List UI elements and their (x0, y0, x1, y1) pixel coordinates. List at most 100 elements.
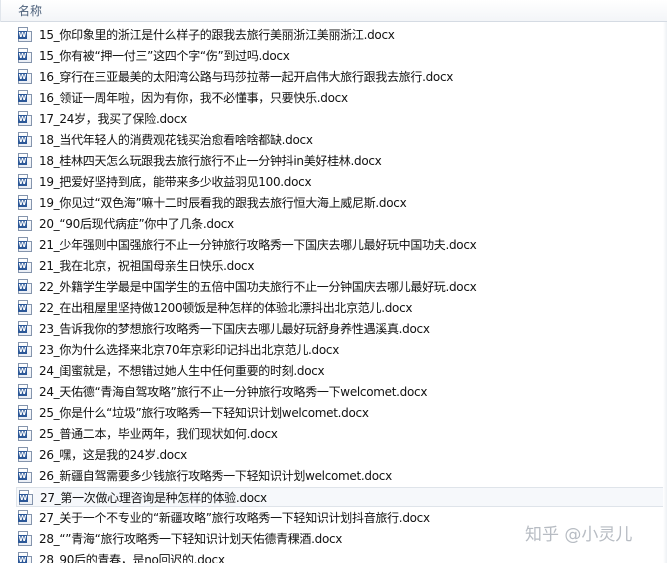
word-doc-icon: W (18, 216, 32, 231)
file-name: 28_90后的青春，是no回迟的.docx (39, 553, 225, 563)
file-item[interactable]: W 18_桂林四天怎么玩跟我去旅行旅行不止一分钟抖in美好桂林.docx (16, 151, 667, 171)
file-name: 22_外籍学生学最是中国学生的五倍中国功夫旅行不止一分钟国庆去哪儿最好玩.doc… (39, 280, 477, 294)
file-item[interactable]: W 21_我在北京，祝祖国母亲生日快乐.docx (16, 256, 667, 276)
word-badge: W (18, 241, 27, 249)
file-item[interactable]: W 28_90后的青春，是no回迟的.docx (16, 550, 667, 563)
word-badge: W (18, 346, 27, 354)
word-doc-icon: W (18, 174, 32, 189)
file-name: 27_第一次做心理咨询是种怎样的体验.docx (40, 491, 267, 505)
file-name: 27_关于一个不专业的“新疆攻略”旅行攻略秀一下轻知识计划抖音旅行.docx (39, 511, 430, 525)
file-name: 23_告诉我你的梦想旅行攻略秀一下国庆去哪儿最好玩舒身养性遇溪真.docx (39, 322, 430, 336)
file-item[interactable]: W 17_24岁，我买了保险.docx (16, 109, 667, 129)
file-item[interactable]: W 22_在出租屋里坚持做1200顿饭是种怎样的体验北漂抖出北京范儿.docx (16, 298, 667, 318)
file-name: 15_你印象里的浙江是什么样子的跟我去旅行美丽浙江美丽浙江.docx (39, 28, 395, 42)
file-item[interactable]: W 23_告诉我你的梦想旅行攻略秀一下国庆去哪儿最好玩舒身养性遇溪真.docx (16, 319, 667, 339)
word-badge: W (18, 367, 27, 375)
file-name: 18_当代年轻人的消费观花钱买治愈看啥啥都缺.docx (39, 133, 313, 147)
column-header[interactable]: 名称 (0, 0, 667, 22)
word-badge: W (18, 472, 27, 480)
file-name: 15_你有被“押一付三”这四个字“伤”到过吗.docx (39, 49, 290, 63)
word-badge: W (18, 262, 27, 270)
file-name: 24_天佑德“青海自驾攻略”旅行不止一分钟旅行攻略秀一下welcomet.doc… (39, 385, 428, 399)
word-doc-icon: W (18, 342, 32, 357)
header-divider (0, 0, 1, 22)
file-name: 26_嘿，这是我的24岁.docx (39, 448, 187, 462)
word-badge: W (18, 304, 27, 312)
file-item[interactable]: W 27_第一次做心理咨询是种怎样的体验.docx (16, 487, 667, 507)
file-item[interactable]: W 19_你见过“双色海”嘛十二时辰看我的跟我去旅行恒大海上威尼斯.docx (16, 193, 667, 213)
word-doc-icon: W (18, 90, 32, 105)
word-badge: W (18, 199, 27, 207)
file-name: 23_你为什么选择来北京70年京彩印记抖出北京范儿.docx (39, 343, 340, 357)
file-item[interactable]: W 15_你印象里的浙江是什么样子的跟我去旅行美丽浙江美丽浙江.docx (16, 25, 667, 45)
word-badge: W (18, 178, 27, 186)
word-badge: W (18, 535, 27, 543)
file-name: 26_新疆自驾需要多少钱旅行攻略秀一下轻知识计划welcomet.docx (39, 469, 392, 483)
file-item[interactable]: W 23_你为什么选择来北京70年京彩印记抖出北京范儿.docx (16, 340, 667, 360)
file-name: 16_领证一周年啦，因为有你，我不必懂事，只要快乐.docx (39, 91, 348, 105)
file-item[interactable]: W 26_新疆自驾需要多少钱旅行攻略秀一下轻知识计划welcomet.docx (16, 466, 667, 486)
file-list[interactable]: W 15_你印象里的浙江是什么样子的跟我去旅行美丽浙江美丽浙江.docx W 15_你… (0, 24, 667, 563)
file-item[interactable]: W 26_嘿，这是我的24岁.docx (16, 445, 667, 465)
word-doc-icon: W (18, 195, 32, 210)
word-doc-icon: W (18, 237, 32, 252)
file-item[interactable]: W 15_你有被“押一付三”这四个字“伤”到过吗.docx (16, 46, 667, 66)
word-badge: W (18, 31, 27, 39)
file-item[interactable]: W 24_闺蜜就是，不想错过她人生中任何重要的时刻.docx (16, 361, 667, 381)
word-badge: W (18, 514, 27, 522)
file-name: 21_我在北京，祝祖国母亲生日快乐.docx (39, 259, 255, 273)
word-doc-icon: W (18, 132, 32, 147)
word-badge: W (18, 136, 27, 144)
file-item[interactable]: W 20_“90后现代病症”你中了几条.docx (16, 214, 667, 234)
file-item[interactable]: W 16_领证一周年啦，因为有你，我不必懂事，只要快乐.docx (16, 88, 667, 108)
word-doc-icon: W (19, 490, 33, 505)
word-doc-icon: W (18, 363, 32, 378)
word-doc-icon: W (18, 27, 32, 42)
file-item[interactable]: W 18_当代年轻人的消费观花钱买治愈看啥啥都缺.docx (16, 130, 667, 150)
word-doc-icon: W (18, 384, 32, 399)
word-doc-icon: W (18, 531, 32, 546)
word-doc-icon: W (18, 300, 32, 315)
file-item[interactable]: W 21_少年强则中国强旅行不止一分钟旅行攻略秀一下国庆去哪儿最好玩中国功夫.do… (16, 235, 667, 255)
word-doc-icon: W (18, 447, 32, 462)
file-item[interactable]: W 22_外籍学生学最是中国学生的五倍中国功夫旅行不止一分钟国庆去哪儿最好玩.do… (16, 277, 667, 297)
word-badge: W (18, 220, 27, 228)
word-badge: W (18, 94, 27, 102)
word-doc-icon: W (18, 48, 32, 63)
word-badge: W (18, 325, 27, 333)
watermark-text: 知乎 @小灵儿 (525, 525, 633, 545)
file-name: 25_你是什么“垃圾”旅行攻略秀一下轻知识计划welcomet.docx (39, 406, 369, 420)
file-item[interactable]: W 25_普通二本，毕业两年，我们现状如何.docx (16, 424, 667, 444)
word-doc-icon: W (18, 321, 32, 336)
file-item[interactable]: W 16_穿行在三亚最美的太阳湾公路与玛莎拉蒂一起开启伟大旅行跟我去旅行.docx (16, 67, 667, 87)
file-name: 17_24岁，我买了保险.docx (39, 112, 187, 126)
word-badge: W (18, 388, 27, 396)
file-name: 18_桂林四天怎么玩跟我去旅行旅行不止一分钟抖in美好桂林.docx (39, 154, 382, 168)
file-item[interactable]: W 19_把爱好坚持到底，能带来多少收益羽见100.docx (16, 172, 667, 192)
word-badge: W (18, 451, 27, 459)
word-doc-icon: W (18, 153, 32, 168)
word-doc-icon: W (18, 552, 32, 563)
file-name: 19_把爱好坚持到底，能带来多少收益羽见100.docx (39, 175, 312, 189)
word-doc-icon: W (18, 426, 32, 441)
word-badge: W (18, 556, 27, 563)
word-badge: W (18, 430, 27, 438)
word-badge: W (18, 157, 27, 165)
file-name: 21_少年强则中国强旅行不止一分钟旅行攻略秀一下国庆去哪儿最好玩中国功夫.doc… (39, 238, 477, 252)
word-doc-icon: W (18, 111, 32, 126)
word-badge: W (18, 283, 27, 291)
file-name: 25_普通二本，毕业两年，我们现状如何.docx (39, 427, 278, 441)
file-name: 19_你见过“双色海”嘛十二时辰看我的跟我去旅行恒大海上威尼斯.docx (39, 196, 407, 210)
word-doc-icon: W (18, 69, 32, 84)
file-name: 28_“”青海“旅行攻略秀一下轻知识计划天佑德青稞酒.docx (39, 532, 343, 546)
file-name: 24_闺蜜就是，不想错过她人生中任何重要的时刻.docx (39, 364, 325, 378)
window-edge (663, 22, 667, 563)
file-item[interactable]: W 25_你是什么“垃圾”旅行攻略秀一下轻知识计划welcomet.docx (16, 403, 667, 423)
word-doc-icon: W (18, 258, 32, 273)
file-item[interactable]: W 24_天佑德“青海自驾攻略”旅行不止一分钟旅行攻略秀一下welcomet.do… (16, 382, 667, 402)
word-badge: W (18, 52, 27, 60)
word-badge: W (19, 494, 28, 502)
word-doc-icon: W (18, 405, 32, 420)
name-column-label: 名称 (18, 4, 43, 18)
file-name: 22_在出租屋里坚持做1200顿饭是种怎样的体验北漂抖出北京范儿.docx (39, 301, 413, 315)
